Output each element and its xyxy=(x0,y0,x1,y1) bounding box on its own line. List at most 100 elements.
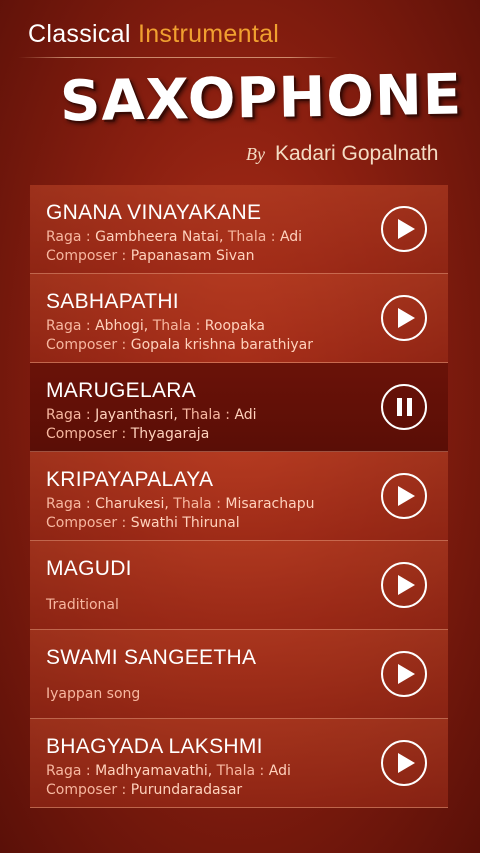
play-icon xyxy=(398,753,415,773)
track-title: MAGUDI xyxy=(46,557,132,580)
track-item[interactable]: BHAGYADA LAKSHMI Raga : Madhyamavathi, Th… xyxy=(30,719,448,808)
track-note: Iyappan song xyxy=(46,686,141,702)
track-composer: Composer : Purundaradasar xyxy=(46,782,242,798)
thala-label: Thala xyxy=(227,229,267,245)
composer-value: Gopala krishna barathiyar xyxy=(130,337,314,353)
label-separator: : xyxy=(117,782,131,798)
label-separator: : xyxy=(117,248,131,264)
track-raga-thala: Raga : Charukesi, Thala : Misarachapu xyxy=(46,496,314,512)
play-button[interactable] xyxy=(381,295,427,341)
comma: , xyxy=(143,318,153,334)
track-item[interactable]: GNANA VINAYAKANE Raga : Gambheera Natai, … xyxy=(30,185,448,274)
raga-value: Abhogi xyxy=(95,318,144,334)
raga-value: Gambheera Natai xyxy=(95,229,219,245)
thala-label: Thala xyxy=(173,496,212,512)
thala-label: Thala xyxy=(182,407,221,423)
artist-name: Kadari Gopalnath xyxy=(274,142,439,165)
play-button[interactable] xyxy=(381,740,427,786)
artist-byline: By Kadari Gopalnath xyxy=(246,142,438,166)
track-composer: Composer : Swathi Thirunal xyxy=(46,515,240,531)
play-button[interactable] xyxy=(381,651,427,697)
label-separator: : xyxy=(220,407,235,423)
track-title: MARUGELARA xyxy=(46,379,197,402)
label-separator: : xyxy=(81,318,96,334)
track-item[interactable]: SABHAPATHI Raga : Abhogi, Thala : Roopaka… xyxy=(30,274,448,363)
raga-label: Raga xyxy=(46,229,82,245)
raga-value: Charukesi xyxy=(95,496,165,512)
track-composer: Composer : Thyagaraja xyxy=(46,426,209,442)
composer-value: Purundaradasar xyxy=(130,782,243,798)
raga-value: Madhyamavathi xyxy=(95,763,208,779)
track-item[interactable]: MAGUDI Traditional xyxy=(30,541,448,630)
track-title: GNANA VINAYAKANE xyxy=(46,201,262,224)
header-divider xyxy=(18,57,338,58)
label-separator: : xyxy=(117,515,131,531)
composer-value: Thyagaraja xyxy=(130,426,210,442)
label-separator: : xyxy=(81,763,96,779)
track-title: SWAMI SANGEETHA xyxy=(46,646,257,669)
label-separator: : xyxy=(81,407,96,423)
play-button[interactable] xyxy=(381,473,427,519)
play-icon xyxy=(398,486,415,506)
app-title: SAXOPHONE xyxy=(59,62,463,135)
label-separator: : xyxy=(266,229,280,245)
thala-value: Misarachapu xyxy=(225,496,315,512)
header-subtitle-instrumental: Instrumental xyxy=(137,20,280,48)
composer-value: Papanasam Sivan xyxy=(130,248,255,264)
track-title: SABHAPATHI xyxy=(46,290,179,313)
raga-value: Jayanthasri xyxy=(95,407,174,423)
play-icon xyxy=(398,219,415,239)
thala-value: Roopaka xyxy=(204,318,265,334)
track-title: BHAGYADA LAKSHMI xyxy=(46,735,263,758)
thala-label: Thala xyxy=(216,763,256,779)
track-composer: Composer : Papanasam Sivan xyxy=(46,248,255,264)
track-raga-thala: Raga : Gambheera Natai, Thala : Adi xyxy=(46,229,302,245)
track-item[interactable]: MARUGELARA Raga : Jayanthasri, Thala : Ad… xyxy=(30,363,448,452)
thala-value: Adi xyxy=(234,407,257,423)
track-raga-thala: Raga : Abhogi, Thala : Roopaka xyxy=(46,318,265,334)
play-icon xyxy=(398,575,415,595)
play-icon xyxy=(398,664,415,684)
comma: , xyxy=(173,407,183,423)
label-separator: : xyxy=(255,763,269,779)
track-title: KRIPAYAPALAYA xyxy=(46,468,214,491)
raga-label: Raga xyxy=(46,763,82,779)
composer-label: Composer xyxy=(46,248,118,264)
header-subtitle-classical: Classical xyxy=(28,20,131,48)
track-item[interactable]: KRIPAYAPALAYA Raga : Charukesi, Thala : M… xyxy=(30,452,448,541)
track-item[interactable]: SWAMI SANGEETHA Iyappan song xyxy=(30,630,448,719)
comma: , xyxy=(218,229,228,245)
label-separator: : xyxy=(81,229,96,245)
comma: , xyxy=(164,496,174,512)
byline-by: By xyxy=(246,144,265,164)
pause-button[interactable] xyxy=(381,384,427,430)
label-separator: : xyxy=(117,337,131,353)
track-note: Traditional xyxy=(46,597,119,613)
raga-label: Raga xyxy=(46,318,82,334)
thala-label: Thala xyxy=(152,318,192,334)
label-separator: : xyxy=(191,318,205,334)
composer-label: Composer xyxy=(46,782,118,798)
track-raga-thala: Raga : Jayanthasri, Thala : Adi xyxy=(46,407,257,423)
composer-value: Swathi Thirunal xyxy=(130,515,240,531)
track-raga-thala: Raga : Madhyamavathi, Thala : Adi xyxy=(46,763,291,779)
composer-label: Composer xyxy=(46,426,118,442)
label-separator: : xyxy=(117,426,131,442)
thala-value: Adi xyxy=(279,229,303,245)
raga-label: Raga xyxy=(46,407,82,423)
app-header: Classical Instrumental SAXOPHONE By Kada… xyxy=(0,0,480,180)
composer-label: Composer xyxy=(46,515,118,531)
pause-icon xyxy=(396,398,412,416)
play-button[interactable] xyxy=(381,206,427,252)
raga-label: Raga xyxy=(46,496,82,512)
header-subtitle: Classical Instrumental xyxy=(28,20,279,49)
label-separator: : xyxy=(81,496,96,512)
comma: , xyxy=(207,763,217,779)
track-composer: Composer : Gopala krishna barathiyar xyxy=(46,337,313,353)
thala-value: Adi xyxy=(268,763,291,779)
composer-label: Composer xyxy=(46,337,118,353)
play-icon xyxy=(398,308,415,328)
label-separator: : xyxy=(211,496,226,512)
play-button[interactable] xyxy=(381,562,427,608)
track-list: GNANA VINAYAKANE Raga : Gambheera Natai, … xyxy=(30,185,448,808)
